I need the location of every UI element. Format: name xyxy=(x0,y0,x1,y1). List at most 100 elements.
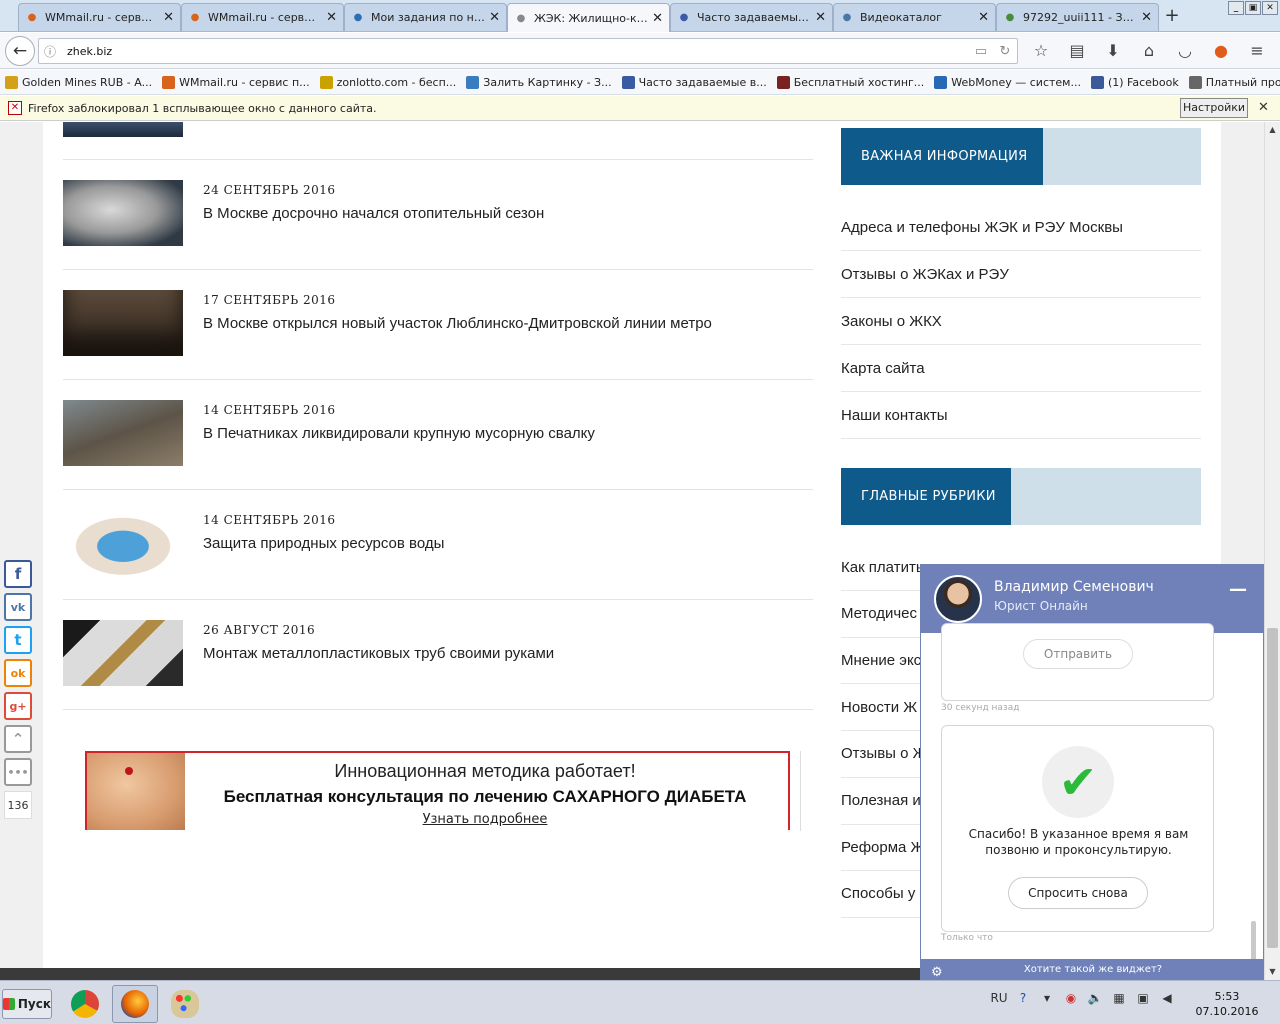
news-thumbnail[interactable] xyxy=(63,510,183,576)
language-indicator[interactable]: RU xyxy=(990,991,1008,1005)
bookmark-item[interactable]: Залить Картинку - З... xyxy=(466,75,612,89)
sidebar-link[interactable]: Адреса и телефоны ЖЭК и РЭУ Москвы xyxy=(841,204,1201,251)
chat-body: Отправить 30 секунд назад ✔ Спасибо! В у… xyxy=(921,623,1263,979)
reader-view-icon[interactable]: ▭ xyxy=(969,44,993,59)
speaker-icon: ● xyxy=(516,12,526,24)
close-tab-icon[interactable]: ✕ xyxy=(489,10,500,25)
vk-icon[interactable]: vk xyxy=(4,593,32,621)
bookmark-label: Часто задаваемые в... xyxy=(638,75,767,89)
news-thumbnail[interactable] xyxy=(63,400,183,466)
close-tab-icon[interactable]: ✕ xyxy=(163,10,174,25)
scrollbar-thumb[interactable] xyxy=(1267,628,1278,948)
news-thumbnail[interactable] xyxy=(63,122,183,137)
close-tab-icon[interactable]: ✕ xyxy=(1141,10,1152,25)
browser-tab[interactable]: ● 97292_uuii111 - За... ✕ xyxy=(996,3,1159,31)
paint-taskbar-button[interactable] xyxy=(162,985,208,1023)
browser-tab[interactable]: ● WMmail.ru - сервис... ✕ xyxy=(181,3,344,31)
chrome-taskbar-button[interactable] xyxy=(62,985,108,1023)
gear-icon[interactable]: ⚙ xyxy=(931,962,943,979)
browser-tab[interactable]: ● Мои задания по на... ✕ xyxy=(344,3,507,31)
advert-headline: Инновационная методика работает! xyxy=(334,761,636,781)
bookmark-item[interactable]: WebMoney — систем... xyxy=(934,75,1081,89)
bookmark-item[interactable]: Golden Mines RUB - A... xyxy=(5,75,152,89)
url-text[interactable]: zhek.biz xyxy=(61,45,969,58)
close-tab-icon[interactable]: ✕ xyxy=(326,10,337,25)
close-tab-icon[interactable]: ✕ xyxy=(652,11,663,26)
menu-icon[interactable]: ≡ xyxy=(1246,41,1268,60)
odnoklassniki-icon[interactable]: ok xyxy=(4,659,32,687)
info-icon[interactable]: ⓘ xyxy=(39,43,61,60)
chevron-icon[interactable]: ▾ xyxy=(1038,991,1056,1005)
reading-list-icon[interactable]: ▤ xyxy=(1066,41,1088,60)
close-icon[interactable]: ✕ xyxy=(1258,100,1269,115)
widget-promo-link[interactable]: Хотите такой же виджет? xyxy=(1024,964,1162,975)
sidebar-link[interactable]: Законы о ЖКХ xyxy=(841,298,1201,345)
news-thumbnail[interactable] xyxy=(63,290,183,356)
tray-app-icon[interactable]: ▣ xyxy=(1134,991,1152,1005)
firefox-taskbar-button[interactable] xyxy=(112,985,158,1023)
browser-tab[interactable]: ● Часто задаваемые... ✕ xyxy=(670,3,833,31)
home-icon[interactable]: ⌂ xyxy=(1138,41,1160,60)
googleplus-icon[interactable]: g+ xyxy=(4,692,32,720)
new-tab-button[interactable]: + xyxy=(1162,5,1182,27)
advert-link[interactable]: Узнать подробнее xyxy=(185,812,785,827)
news-title-link[interactable]: В Печатниках ликвидировали крупную мусор… xyxy=(203,425,595,442)
close-tab-icon[interactable]: ✕ xyxy=(978,10,989,25)
browser-tab[interactable]: ● Видеокаталог ✕ xyxy=(833,3,996,31)
download-icon[interactable]: ⬇ xyxy=(1102,41,1124,60)
window-controls: _ ▣ ✕ xyxy=(1228,1,1278,15)
close-tab-icon[interactable]: ✕ xyxy=(815,10,826,25)
bookmark-label: WMmail.ru - сервис п... xyxy=(179,75,310,89)
bookmark-star-icon[interactable]: ☆ xyxy=(1030,41,1052,60)
news-title-link[interactable]: В Москве открылся новый участок Люблинск… xyxy=(203,315,712,332)
address-bar[interactable]: ⓘ zhek.biz ▭ ↻ xyxy=(38,38,1018,64)
reload-icon[interactable]: ↻ xyxy=(993,44,1017,59)
popup-blocked-notification: ✕ Firefox заблокировал 1 всплывающее окн… xyxy=(0,96,1280,121)
help-icon[interactable]: ? xyxy=(1014,991,1032,1005)
page-scrollbar[interactable]: ▲ ▼ xyxy=(1264,122,1280,980)
twitter-icon[interactable]: t xyxy=(4,626,32,654)
settings-button[interactable]: Настройки xyxy=(1180,98,1248,118)
sidebar-link[interactable]: Карта сайта xyxy=(841,345,1201,392)
maximize-button[interactable]: ▣ xyxy=(1245,1,1261,15)
minimize-button[interactable]: _ xyxy=(1228,1,1244,15)
divider xyxy=(800,751,801,831)
facebook-icon[interactable]: f xyxy=(4,560,32,588)
checkmark-icon: ✔ xyxy=(1042,746,1114,818)
news-title-link[interactable]: В Москве досрочно начался отопительный с… xyxy=(203,205,544,222)
more-icon[interactable]: ••• xyxy=(4,758,32,786)
bookmark-item[interactable]: zonlotto.com - бесп... xyxy=(319,75,456,89)
scroll-up-icon[interactable]: ▲ xyxy=(1265,122,1280,138)
bookmark-item[interactable]: Бесплатный хостинг... xyxy=(776,75,924,89)
network-icon[interactable]: ▦ xyxy=(1110,991,1128,1005)
volume-icon[interactable]: 🔈 xyxy=(1086,991,1104,1005)
message-timestamp: 30 секунд назад xyxy=(941,703,1020,713)
bookmark-item[interactable]: Платный просмотр с... xyxy=(1188,75,1280,89)
browser-tab[interactable]: ● WMmail.ru - сервис... ✕ xyxy=(18,3,181,31)
minimize-icon[interactable]: — xyxy=(1229,579,1247,600)
back-button[interactable]: ← xyxy=(5,36,35,66)
scroll-down-icon[interactable]: ▼ xyxy=(1265,964,1280,980)
sidebar-link[interactable]: Отзывы о ЖЭКах и РЭУ xyxy=(841,251,1201,298)
browser-tab[interactable]: ● ЖЭК: Жилищно-ко... ✕ xyxy=(507,3,670,32)
sidebar-link[interactable]: Наши контакты xyxy=(841,392,1201,439)
clock[interactable]: 5:53 07.10.2016 xyxy=(1192,989,1262,1019)
ask-again-button[interactable]: Спросить снова xyxy=(1008,877,1148,909)
collapse-icon[interactable]: ⌃ xyxy=(4,725,32,753)
bookmark-item[interactable]: (1) Facebook xyxy=(1090,75,1179,89)
news-title-link[interactable]: Защита природных ресурсов воды xyxy=(203,535,444,552)
pocket-icon[interactable]: ◡ xyxy=(1174,41,1196,60)
bookmark-item[interactable]: WMmail.ru - сервис п... xyxy=(162,75,310,89)
start-button[interactable]: Пуск xyxy=(2,989,52,1019)
news-title-link[interactable]: Монтаж металлопластиковых труб своими ру… xyxy=(203,645,554,662)
extension-icon[interactable]: ● xyxy=(1210,41,1232,60)
news-thumbnail[interactable] xyxy=(63,620,183,686)
bookmark-item[interactable]: Часто задаваемые в... xyxy=(621,75,767,89)
news-thumbnail[interactable] xyxy=(63,180,183,246)
advert-banner[interactable]: Инновационная методика работает! Бесплат… xyxy=(85,751,790,830)
close-window-button[interactable]: ✕ xyxy=(1262,1,1278,15)
chat-footer[interactable]: ⚙ Хотите такой же виджет? xyxy=(921,959,1263,979)
antivirus-icon[interactable]: ◉ xyxy=(1062,991,1080,1005)
sound-icon[interactable]: ◀ xyxy=(1158,991,1176,1005)
send-button[interactable]: Отправить xyxy=(1023,639,1133,669)
